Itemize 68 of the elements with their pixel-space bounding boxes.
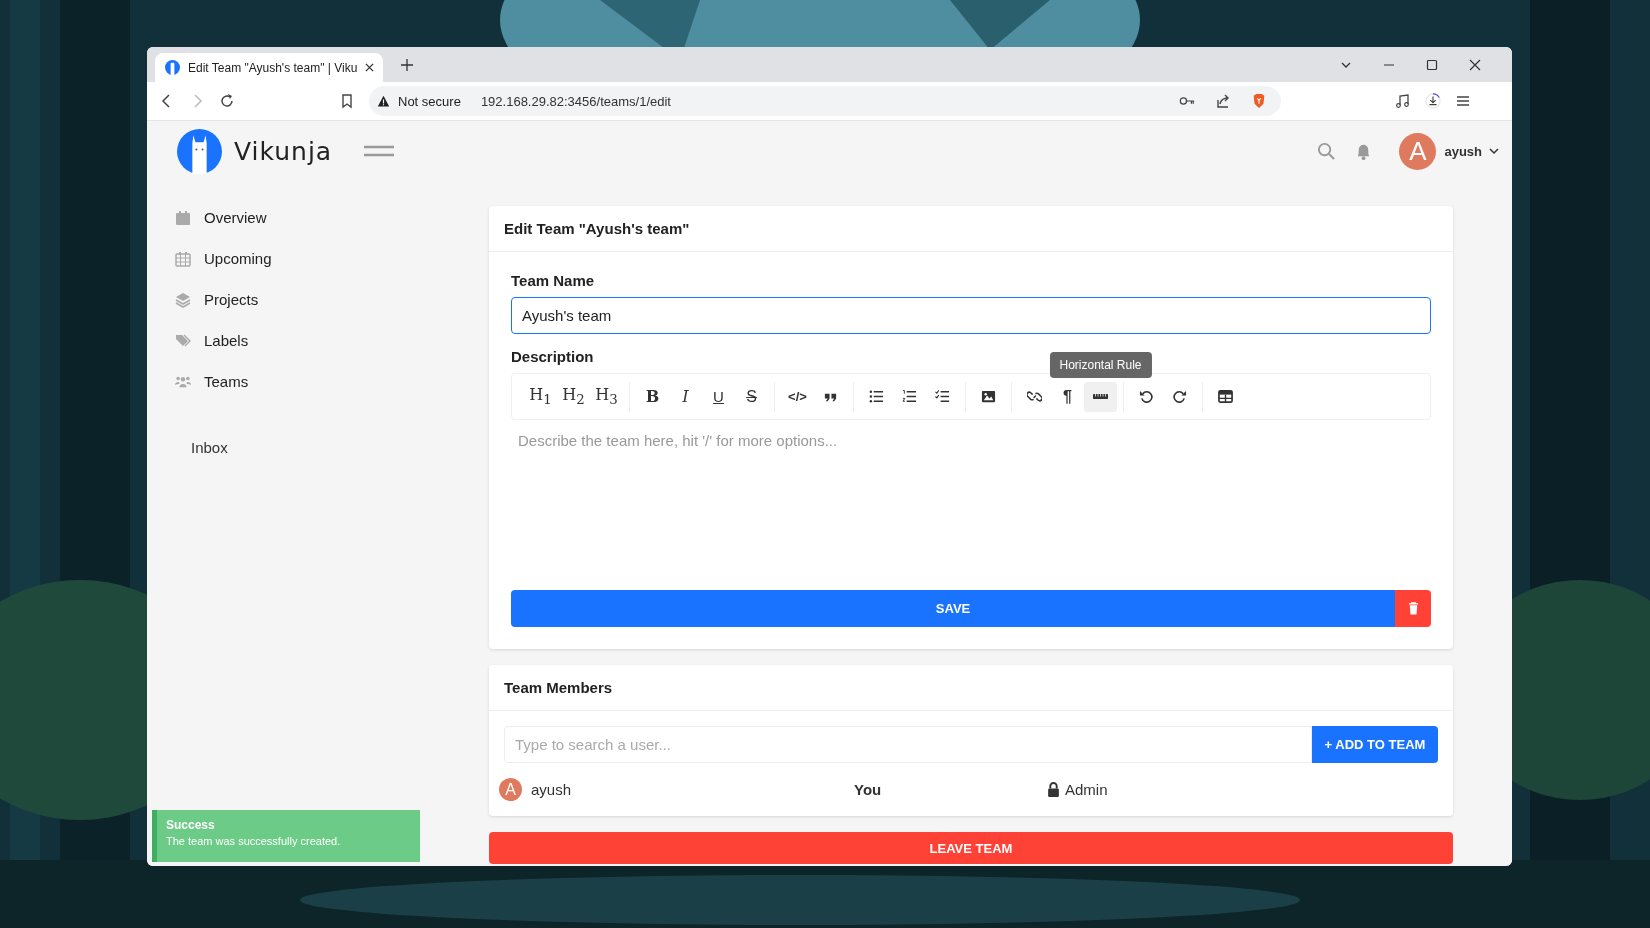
card-title: Edit Team "Ayush's team" [489,206,1453,252]
maximize-icon[interactable] [1426,58,1438,71]
calendar-grid-icon [175,250,191,267]
plus-icon[interactable] [401,58,413,71]
close-icon[interactable] [365,63,375,72]
tab-title: Edit Team "Ayush's team" | Viku [188,60,358,75]
field-label: Team Name [511,272,595,289]
italic-tool-button[interactable]: I [669,381,702,412]
bold-tool-button[interactable]: B [636,381,669,412]
menu-icon[interactable] [364,145,395,157]
save-button[interactable]: SAVE [511,590,1395,627]
url-text: 192.168.29.82:3456/teams/1/edit [480,93,671,109]
member-role: Admin [1065,781,1108,798]
sidebar-item[interactable]: Labels [175,320,484,361]
underline-tool-button[interactable]: U [702,381,735,412]
card-title: Team Members [489,665,1453,711]
tags-icon [175,332,191,349]
download-icon[interactable] [1425,93,1441,109]
strike-tool-button[interactable]: S [735,381,768,412]
user-name[interactable]: ayush [1444,143,1482,159]
trash-icon [1407,602,1419,615]
layers-icon [175,291,191,308]
tooltip: Horizontal Rule [1049,351,1152,378]
table-icon [1218,389,1233,404]
address-bar[interactable]: Not secure 192.168.29.82:3456/teams/1/edit [369,86,1281,116]
app-name: Vikunja [234,136,333,166]
music-icon[interactable] [1395,93,1411,109]
llama-logo-icon[interactable] [177,128,222,174]
search-icon[interactable] [1317,141,1337,161]
team-name-field[interactable]: Ayush's team [511,297,1431,334]
checklist-icon [935,389,950,404]
calendar-icon [175,209,191,226]
image-icon [981,389,996,404]
member-relation: You [854,781,883,798]
link-icon [1027,389,1042,404]
heading-tool-button[interactable]: H$_{2}$ [557,381,590,412]
heading-tool-button[interactable]: H$_{3}$ [590,381,623,412]
delete-button[interactable] [1395,590,1431,627]
lock-icon [1047,782,1060,797]
sidebar-item[interactable]: Teams [175,361,484,402]
redo-icon [1172,389,1187,404]
share-icon[interactable] [1215,93,1231,109]
sidebar-item[interactable]: Projects [175,279,484,320]
field-label: Description [511,348,594,365]
security-label: Not secure [398,93,461,109]
bullet-list-icon [869,389,884,404]
sidebar-item[interactable]: Overview [175,197,484,238]
chevron-down-icon[interactable] [1488,145,1500,157]
code-tool-button[interactable]: </> [781,381,814,412]
numbered-list-icon [902,389,917,404]
bookmark-icon[interactable] [339,93,355,109]
reload-icon[interactable] [219,93,235,109]
editor-placeholder: Describe the team here, hit '/' for more options... [518,432,838,449]
heading-tool-button[interactable]: H$_{1}$ [524,381,557,412]
undo-icon [1139,389,1154,404]
member-name: ayush [531,781,572,798]
close-icon[interactable] [1469,58,1481,71]
toast-title: Success [166,818,216,832]
menu-icon[interactable] [1455,93,1471,109]
add-to-team-button[interactable]: + ADD TO TEAM [1312,726,1438,763]
browser-tab[interactable]: Edit Team "Ayush's team" | Viku [155,53,383,82]
paragraph-tool-button[interactable]: ¶ [1051,381,1084,412]
project-item[interactable]: Inbox [175,432,484,462]
sidebar-item[interactable]: Upcoming [175,238,484,279]
warning-icon [377,94,390,108]
member-avatar: A [499,778,522,801]
user-search-field[interactable]: Type to search a user... [504,726,1312,763]
toast-message: The team was successfully created. [166,835,342,847]
